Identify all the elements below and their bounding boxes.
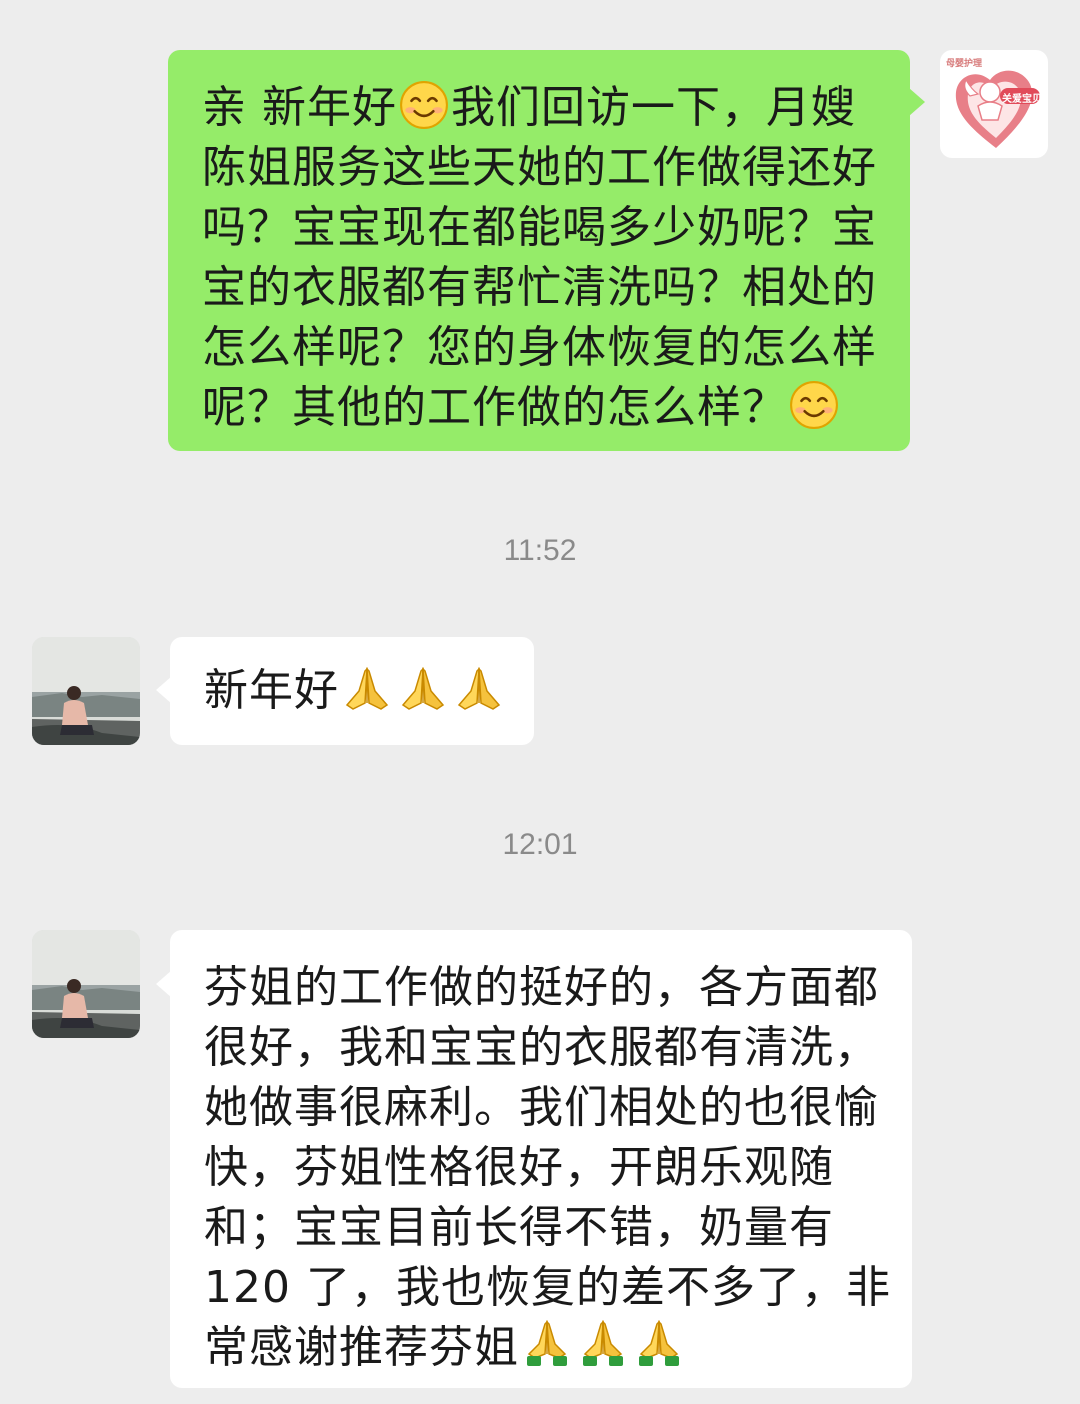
pray-hands-icon <box>453 665 505 713</box>
contact-avatar[interactable] <box>32 637 140 745</box>
message-line: 和；宝宝目前长得不错，奶量有 <box>204 1202 834 1253</box>
incoming-message-bubble[interactable]: 新年好 <box>170 637 534 745</box>
logo-heart-text: 关爱宝贝 <box>1002 94 1042 105</box>
message-line: 呢？其他的工作做的怎么样？ <box>202 378 878 438</box>
pray-hands-icon <box>521 1318 573 1370</box>
contact-avatar[interactable] <box>32 930 140 1038</box>
message-line: 120 了，我也恢复的差不多了，非 <box>204 1262 891 1313</box>
pray-hands-icon <box>397 665 449 713</box>
message-line: 亲 新年好 我们回访一下，月嫂 <box>202 80 856 133</box>
avatar-photo <box>32 637 140 745</box>
pray-hands-icon <box>577 1318 629 1370</box>
message-line: 芬姐的工作做的挺好的，各方面都 <box>204 962 879 1013</box>
sender-avatar-logo[interactable]: 母婴护理 关爱宝贝 <box>940 50 1048 158</box>
avatar-photo <box>32 930 140 1038</box>
pray-hands-icon <box>341 665 393 713</box>
timestamp: 12:01 <box>502 828 578 861</box>
message-line: 她做事很麻利。我们相处的也很愉 <box>204 1082 879 1133</box>
smiling-face-icon <box>789 380 839 430</box>
message-line: 快，芬姐性格很好，开朗乐观随 <box>204 1142 834 1193</box>
pray-hands-icon <box>633 1318 685 1370</box>
message-line: 吗？宝宝现在都能喝多少奶呢？宝 <box>202 202 877 253</box>
message-line: 常感谢推荐芬姐 <box>204 1318 880 1378</box>
bubble-tail <box>909 88 925 116</box>
message-line: 新年好 <box>204 661 502 721</box>
message-line: 怎么样呢？您的身体恢复的怎么样 <box>202 322 877 373</box>
message-line: 很好，我和宝宝的衣服都有清洗， <box>204 1022 879 1073</box>
message-line: 宝的衣服都有帮忙清洗吗？相处的 <box>202 262 877 313</box>
smiling-face-icon <box>399 80 449 130</box>
message-line: 陈姐服务这些天她的工作做得还好 <box>202 142 877 193</box>
outgoing-message-bubble[interactable]: 亲 新年好 我们回访一下，月嫂 陈姐服务这些天她的工作做得还好 吗？宝宝现在都能喝… <box>168 50 910 451</box>
timestamp: 11:52 <box>503 534 577 567</box>
incoming-message-bubble[interactable]: 芬姐的工作做的挺好的，各方面都 很好，我和宝宝的衣服都有清洗， 她做事很麻利。我… <box>170 930 912 1388</box>
